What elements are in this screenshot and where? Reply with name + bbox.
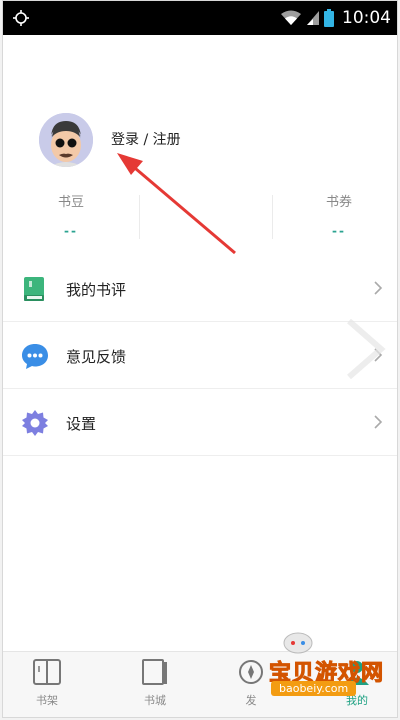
status-indicators: 10:04 (280, 7, 391, 29)
stat-divider (272, 195, 273, 239)
menu-item-label: 设置 (66, 415, 97, 433)
stat-divider (139, 195, 140, 239)
status-time: 10:04 (342, 8, 391, 28)
login-register-link[interactable]: 登录 / 注册 (111, 129, 181, 149)
chevron-right-icon (374, 281, 383, 295)
menu-item-label: 意见反馈 (66, 348, 127, 366)
discover-icon (239, 660, 263, 684)
chevron-right-icon (374, 415, 383, 429)
signal-icon (307, 11, 319, 25)
gear-icon (22, 410, 48, 436)
battery-icon (324, 9, 334, 27)
avatar-face-icon (39, 113, 93, 167)
book-review-icon (24, 277, 44, 301)
overlay-chevron-icon (347, 319, 386, 379)
app-screen: 10:04 登录 / 注册 书豆 -- 书券 -- 我的书评 意见反馈 设置 书… (2, 0, 398, 718)
bookstore-icon (142, 659, 167, 685)
menu-item-settings[interactable]: 设置 (3, 389, 397, 456)
nav-label: 书架 (36, 694, 58, 707)
menu-item-my-reviews[interactable]: 我的书评 (3, 255, 397, 322)
account-stats: 书豆 -- 书券 -- (3, 191, 397, 247)
nav-label: 书城 (144, 694, 166, 707)
profile-header: 登录 / 注册 (3, 35, 397, 195)
settings-menu: 我的书评 意见反馈 设置 (3, 255, 397, 456)
avatar[interactable] (39, 113, 93, 167)
menu-item-feedback[interactable]: 意见反馈 (3, 322, 397, 389)
nav-tab-bookstore[interactable]: 书城 (115, 658, 195, 708)
stat-book-beans[interactable]: 书豆 -- (21, 191, 121, 238)
sync-status-icon (13, 10, 29, 26)
menu-item-label: 我的书评 (66, 281, 127, 299)
status-bar: 10:04 (3, 1, 397, 35)
stat-book-coupons[interactable]: 书券 -- (289, 191, 389, 238)
stat-label: 书券 (325, 195, 352, 210)
nav-tab-bookshelf[interactable]: 书架 (7, 658, 87, 708)
stat-value: -- (64, 224, 78, 238)
stat-label: 书豆 (57, 195, 84, 210)
watermark-domain: baobeiy.com (271, 681, 357, 696)
stat-value: -- (332, 224, 346, 238)
bookshelf-icon (33, 659, 61, 685)
chat-bubble-icon (22, 344, 48, 369)
wifi-icon (281, 10, 301, 25)
